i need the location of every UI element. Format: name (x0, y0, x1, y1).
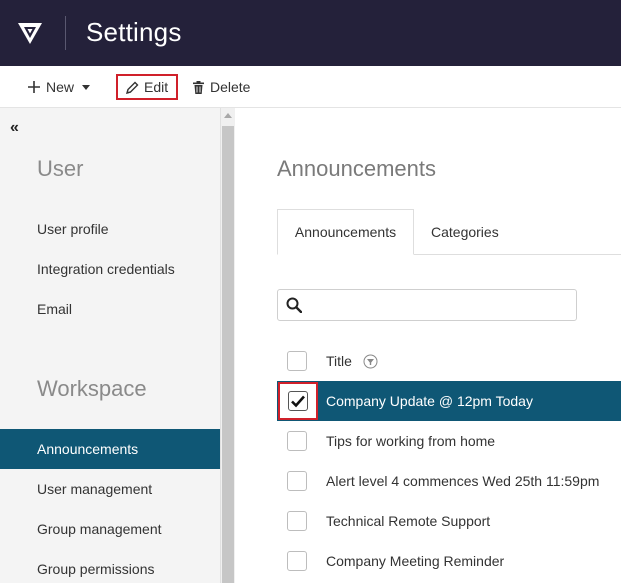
list-item-title: Tips for working from home (326, 433, 496, 449)
caret-down-icon (82, 84, 91, 90)
sidebar: « User User profile Integration credenti… (0, 108, 220, 583)
list-item-title: Technical Remote Support (326, 513, 491, 529)
sidebar-item-integration-credentials[interactable]: Integration credentials (0, 249, 220, 289)
column-title[interactable]: Title (326, 353, 352, 369)
new-button-label: New (46, 79, 75, 95)
sidebar-item-user-management[interactable]: User management (0, 469, 220, 509)
row-checkbox[interactable] (287, 511, 307, 531)
delete-button[interactable]: Delete (193, 66, 250, 108)
collapse-icon[interactable]: « (10, 119, 19, 137)
sidebar-section-workspace: Workspace (37, 376, 147, 401)
list-header: Title (277, 341, 621, 381)
list-item[interactable]: Tips for working from home (277, 421, 621, 461)
trash-icon (193, 80, 204, 94)
sidebar-item-user-profile[interactable]: User profile (0, 209, 220, 249)
sidebar-item-group-management[interactable]: Group management (0, 509, 220, 549)
search-field[interactable] (277, 289, 577, 321)
sidebar-item-email[interactable]: Email (0, 289, 220, 329)
page-title: Settings (86, 17, 182, 47)
tab-categories[interactable]: Categories (431, 209, 499, 255)
app-header: Settings (0, 0, 621, 66)
search-input[interactable] (310, 294, 570, 316)
row-checkbox[interactable] (288, 391, 308, 411)
checkmark-icon (291, 395, 305, 408)
logo-icon[interactable] (17, 20, 43, 46)
list-item[interactable]: Company Meeting Reminder (277, 541, 621, 581)
row-checkbox[interactable] (287, 431, 307, 451)
sidebar-item-group-permissions[interactable]: Group permissions (0, 549, 220, 583)
list-item-title: Company Meeting Reminder (326, 553, 505, 569)
filter-icon[interactable] (363, 354, 378, 374)
new-button[interactable]: New (28, 66, 91, 108)
sidebar-scrollbar[interactable] (220, 108, 235, 583)
list-item-title: Company Update @ 12pm Today (326, 393, 533, 409)
list-item[interactable]: Company Update @ 12pm Today (277, 381, 621, 421)
toolbar: New Edit Delete (0, 66, 621, 108)
list-item-title: Alert level 4 commences Wed 25th 11:59pm (326, 473, 600, 489)
search-icon (286, 297, 303, 318)
list-item[interactable]: Alert level 4 commences Wed 25th 11:59pm (277, 461, 621, 501)
row-checkbox[interactable] (287, 471, 307, 491)
delete-button-label: Delete (210, 79, 251, 95)
edit-button-label: Edit (144, 79, 169, 95)
list-item[interactable]: Technical Remote Support (277, 501, 621, 541)
tab-announcements[interactable]: Announcements (277, 209, 414, 255)
checkbox-highlight (278, 382, 318, 420)
plus-icon (28, 81, 40, 93)
edit-button[interactable]: Edit (116, 74, 179, 100)
header-divider (65, 16, 66, 50)
scroll-up-icon[interactable] (224, 113, 232, 118)
sidebar-item-announcements[interactable]: Announcements (0, 429, 220, 469)
pencil-icon (126, 81, 139, 94)
row-checkbox[interactable] (287, 551, 307, 571)
select-all-checkbox[interactable] (287, 351, 307, 371)
scrollbar-thumb[interactable] (222, 126, 234, 583)
section-title: Announcements (277, 156, 436, 181)
sidebar-section-user: User (37, 156, 84, 181)
